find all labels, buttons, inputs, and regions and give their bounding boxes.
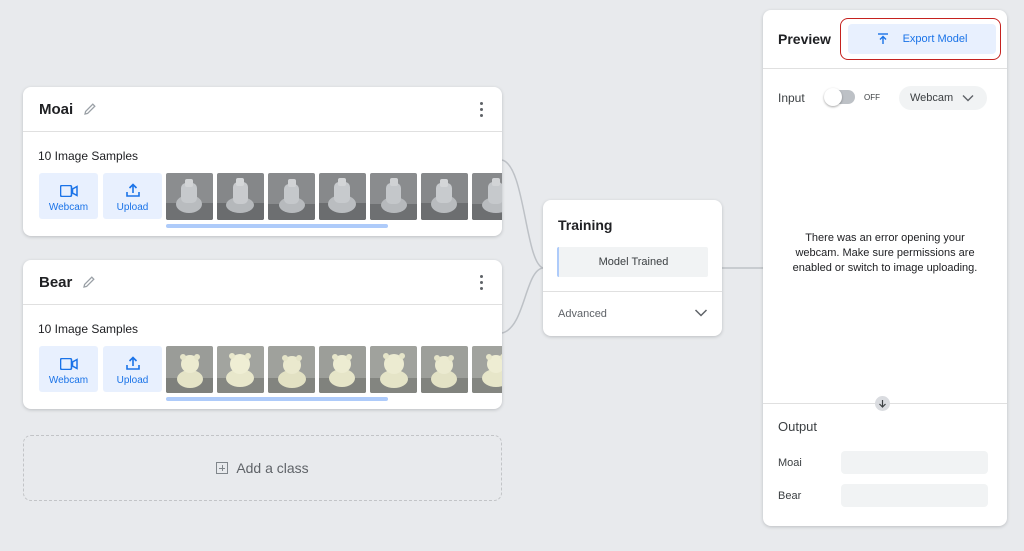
add-class-label: Add a class: [236, 460, 309, 476]
chevron-down-icon: [962, 95, 974, 102]
upload-button-label: Upload: [116, 375, 149, 386]
sample-thumbnails[interactable]: [166, 346, 502, 394]
training-title: Training: [558, 217, 613, 233]
more-options-icon[interactable]: [480, 275, 484, 290]
bear-sample-image[interactable]: [421, 346, 468, 393]
chevron-down-icon[interactable]: [694, 308, 708, 318]
upload-button[interactable]: Upload: [103, 173, 162, 219]
webcam-button[interactable]: Webcam: [39, 346, 98, 392]
class-card-bear: Bear 10 Image Samples Webcam Upload: [23, 260, 502, 409]
class-name[interactable]: Bear: [39, 274, 72, 291]
moai-sample-image[interactable]: [370, 173, 417, 220]
divider: [543, 291, 722, 292]
webcam-error-message: There was an error opening your webcam. …: [792, 232, 978, 274]
bear-sample-image[interactable]: [217, 346, 264, 393]
webcam-icon: [59, 358, 78, 370]
upload-button-label: Upload: [116, 202, 149, 213]
class-name[interactable]: Moai: [39, 101, 73, 118]
webcam-icon: [59, 185, 78, 197]
moai-sample-image[interactable]: [472, 173, 502, 220]
thumbnail-scrollbar[interactable]: [166, 224, 388, 228]
sample-thumbnails[interactable]: [166, 173, 502, 221]
webcam-button-label: Webcam: [48, 375, 89, 386]
moai-sample-image[interactable]: [166, 173, 213, 220]
bear-sample-image[interactable]: [472, 346, 502, 393]
advanced-toggle[interactable]: Advanced: [558, 308, 607, 320]
training-card: Training Model Trained Advanced: [543, 200, 722, 336]
samples-count: 10 Image Samples: [38, 322, 139, 336]
add-box-icon: [216, 462, 229, 474]
toggle-knob: [824, 88, 842, 106]
class-card-header: Bear: [23, 260, 502, 305]
add-class-button[interactable]: Add a class: [23, 435, 502, 501]
webcam-button[interactable]: Webcam: [39, 173, 98, 219]
export-model-label: Export Model: [902, 33, 968, 45]
moai-sample-image[interactable]: [268, 173, 315, 220]
arrow-down-icon: [875, 396, 890, 411]
bear-sample-image[interactable]: [370, 346, 417, 393]
webcam-button-label: Webcam: [48, 202, 89, 213]
moai-sample-image[interactable]: [217, 173, 264, 220]
upload-arrow-icon: [877, 33, 888, 44]
model-trained-button[interactable]: Model Trained: [557, 247, 708, 277]
output-confidence-bar: [841, 484, 988, 507]
upload-icon: [125, 183, 140, 197]
input-label: Input: [778, 91, 805, 105]
edit-pencil-icon[interactable]: [81, 274, 97, 290]
output-title: Output: [778, 419, 818, 434]
samples-count: 10 Image Samples: [38, 149, 139, 163]
bear-sample-image[interactable]: [319, 346, 366, 393]
output-label: Moai: [778, 457, 802, 469]
input-source-select[interactable]: Webcam: [899, 86, 987, 110]
edit-pencil-icon[interactable]: [82, 101, 98, 117]
upload-button[interactable]: Upload: [103, 346, 162, 392]
class-card-moai: Moai 10 Image Samples Webcam Upload: [23, 87, 502, 236]
output-confidence-bar: [841, 451, 988, 474]
preview-title: Preview: [778, 31, 831, 47]
input-toggle[interactable]: [824, 88, 855, 106]
moai-sample-image[interactable]: [421, 173, 468, 220]
input-source-value: Webcam: [910, 92, 954, 104]
bear-sample-image[interactable]: [268, 346, 315, 393]
more-options-icon[interactable]: [480, 102, 484, 117]
divider: [763, 68, 1007, 69]
class-card-header: Moai: [23, 87, 502, 132]
toggle-state-label: OFF: [864, 93, 880, 102]
output-label: Bear: [778, 490, 802, 502]
moai-sample-image[interactable]: [319, 173, 366, 220]
thumbnail-scrollbar[interactable]: [166, 397, 388, 401]
bear-sample-image[interactable]: [166, 346, 213, 393]
preview-panel: Preview Export Model Input OFF Webcam Th…: [763, 10, 1007, 526]
upload-icon: [125, 356, 140, 370]
export-model-button[interactable]: Export Model: [848, 24, 996, 54]
